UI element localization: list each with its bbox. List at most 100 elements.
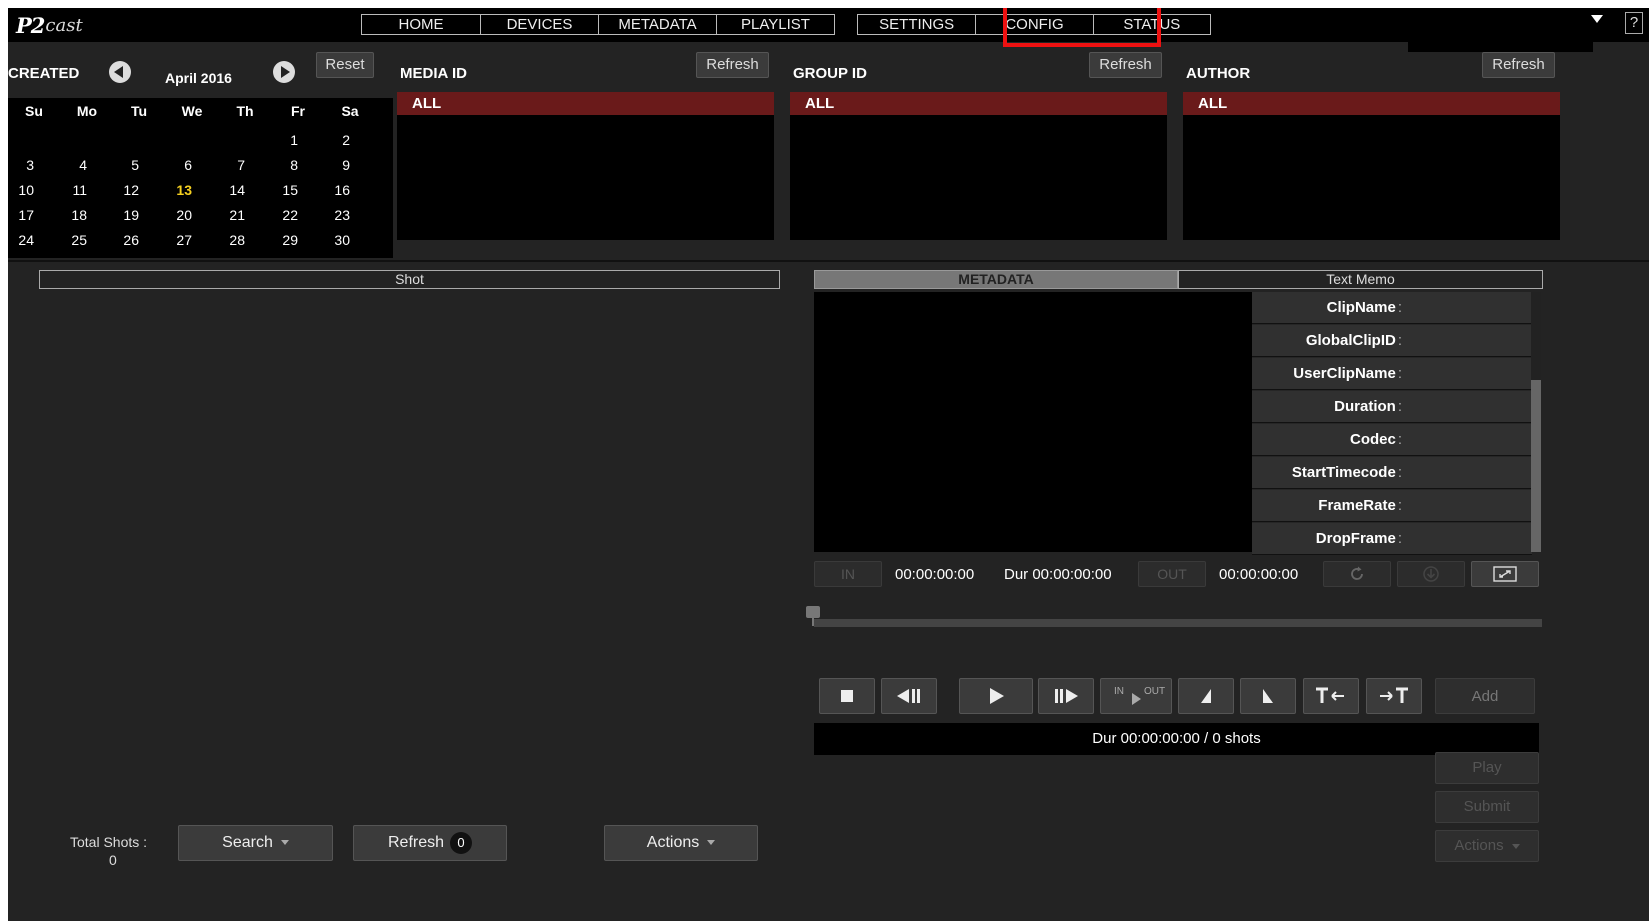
- mark-out-point-button[interactable]: [1240, 678, 1296, 714]
- calendar-day[interactable]: 23: [310, 207, 350, 223]
- weekday: Su: [25, 103, 43, 119]
- search-button[interactable]: Search: [178, 825, 333, 861]
- reload-icon: [1351, 566, 1363, 580]
- play-in-out-icon: IN OUT: [1114, 686, 1165, 705]
- submit-button[interactable]: Submit: [1435, 791, 1539, 823]
- weekday: Th: [236, 103, 254, 119]
- calendar-month: April 2016: [165, 70, 232, 86]
- calendar-day[interactable]: 3: [8, 157, 34, 173]
- step-back-icon: [897, 689, 920, 703]
- video-preview[interactable]: [814, 292, 1252, 552]
- seek-handle[interactable]: [806, 606, 820, 626]
- media-id-label: MEDIA ID: [400, 65, 467, 82]
- calendar-day[interactable]: 7: [205, 157, 245, 173]
- download-button[interactable]: [1397, 561, 1465, 587]
- meta-field-starttimecode: StartTimecode:: [1252, 457, 1532, 489]
- calendar-day[interactable]: 5: [99, 157, 139, 173]
- calendar-day[interactable]: 30: [310, 232, 350, 248]
- step-back-button[interactable]: [881, 678, 937, 714]
- author-refresh-button[interactable]: Refresh: [1482, 52, 1555, 78]
- nav-home[interactable]: HOME: [362, 15, 480, 34]
- playlist-actions-button[interactable]: Actions: [1435, 830, 1539, 862]
- calendar-day[interactable]: 22: [258, 207, 298, 223]
- nav-playlist[interactable]: PLAYLIST: [716, 15, 834, 34]
- step-forward-icon: [1055, 689, 1078, 703]
- calendar-reset-button[interactable]: Reset: [316, 52, 374, 78]
- next-month-icon[interactable]: [273, 61, 295, 83]
- shots-refresh-button[interactable]: Refresh 0: [353, 825, 507, 861]
- p2cast-app: P2 cast HOME DEVICES METADATA PLAYLIST S…: [8, 8, 1649, 921]
- calendar-day[interactable]: 1: [258, 132, 298, 148]
- logo-p2: P2: [16, 12, 45, 38]
- calendar-day[interactable]: 21: [205, 207, 245, 223]
- calendar-day[interactable]: 26: [99, 232, 139, 248]
- media-id-refresh-button[interactable]: Refresh: [696, 52, 769, 78]
- nav-settings[interactable]: SETTINGS: [858, 15, 975, 34]
- group-id-all-item[interactable]: ALL: [790, 92, 1167, 115]
- calendar-day[interactable]: 14: [205, 182, 245, 198]
- text-out-button[interactable]: [1366, 678, 1422, 714]
- meta-field-label: UserClipName: [1293, 365, 1396, 382]
- total-shots-label: Total Shots :: [70, 834, 148, 850]
- group-id-refresh-button[interactable]: Refresh: [1089, 52, 1162, 78]
- calendar-day[interactable]: 18: [47, 207, 87, 223]
- calendar-day[interactable]: 19: [99, 207, 139, 223]
- calendar-day[interactable]: 13: [152, 182, 192, 198]
- calendar-day[interactable]: 4: [47, 157, 87, 173]
- calendar-day[interactable]: 20: [152, 207, 192, 223]
- search-caret-icon: [280, 840, 289, 846]
- add-button[interactable]: Add: [1435, 678, 1535, 714]
- text-in-button[interactable]: [1303, 678, 1359, 714]
- play-in-out-button[interactable]: IN OUT: [1100, 678, 1172, 714]
- reload-button[interactable]: [1323, 561, 1391, 587]
- logo-cast: cast: [45, 14, 83, 36]
- play-button[interactable]: [959, 678, 1033, 714]
- dropdown-caret-icon[interactable]: [1591, 15, 1603, 23]
- calendar-day[interactable]: 11: [47, 182, 87, 198]
- meta-field-codec: Codec:: [1252, 424, 1532, 456]
- play-icon: [990, 688, 1004, 704]
- search-button-label: Search: [222, 834, 273, 851]
- calendar-day[interactable]: 10: [8, 182, 34, 198]
- mark-out-button[interactable]: OUT: [1138, 561, 1206, 587]
- weekday: Fr: [291, 103, 305, 119]
- help-button[interactable]: ?: [1625, 12, 1643, 34]
- calendar-day[interactable]: 9: [310, 157, 350, 173]
- calendar-day[interactable]: 6: [152, 157, 192, 173]
- download-icon: [1423, 566, 1439, 582]
- tab-text-memo[interactable]: Text Memo: [1178, 270, 1543, 289]
- step-forward-button[interactable]: [1038, 678, 1094, 714]
- calendar-day[interactable]: 16: [310, 182, 350, 198]
- stop-button[interactable]: [819, 678, 875, 714]
- shots-actions-button[interactable]: Actions: [604, 825, 758, 861]
- calendar-day[interactable]: 27: [152, 232, 192, 248]
- nav-metadata[interactable]: METADATA: [598, 15, 716, 34]
- calendar-day[interactable]: 8: [258, 157, 298, 173]
- calendar-day[interactable]: 17: [8, 207, 34, 223]
- calendar-day[interactable]: 25: [47, 232, 87, 248]
- tab-metadata[interactable]: METADATA: [814, 270, 1178, 289]
- calendar-day[interactable]: 29: [258, 232, 298, 248]
- calendar-day[interactable]: 12: [99, 182, 139, 198]
- fullscreen-button[interactable]: [1471, 561, 1539, 587]
- play-playlist-button[interactable]: Play: [1435, 752, 1539, 784]
- out-timecode: 00:00:00:00: [1219, 566, 1299, 583]
- weekday: Tu: [130, 103, 148, 119]
- nav-devices[interactable]: DEVICES: [480, 15, 598, 34]
- calendar-day[interactable]: 15: [258, 182, 298, 198]
- mark-in-button[interactable]: IN: [814, 561, 882, 587]
- calendar-grid: Su Mo Tu We Th Fr Sa 1 2 3 4 5 6 7 8 9 10 11 12 13 14…: [8, 98, 393, 258]
- media-id-all-item[interactable]: ALL: [397, 92, 774, 115]
- calendar-week: 3456789: [8, 157, 393, 177]
- shot-column-header[interactable]: Shot: [39, 270, 780, 289]
- calendar-day[interactable]: 24: [8, 232, 34, 248]
- calendar-day[interactable]: 28: [205, 232, 245, 248]
- seek-bar[interactable]: [814, 619, 1542, 627]
- author-all-item[interactable]: ALL: [1183, 92, 1560, 115]
- media-id-list: ALL: [397, 92, 774, 240]
- metadata-scrollbar-thumb[interactable]: [1531, 380, 1541, 552]
- inout-in-text: IN: [1114, 686, 1124, 697]
- mark-in-point-button[interactable]: [1178, 678, 1234, 714]
- calendar-day[interactable]: 2: [310, 132, 350, 148]
- prev-month-icon[interactable]: [109, 61, 131, 83]
